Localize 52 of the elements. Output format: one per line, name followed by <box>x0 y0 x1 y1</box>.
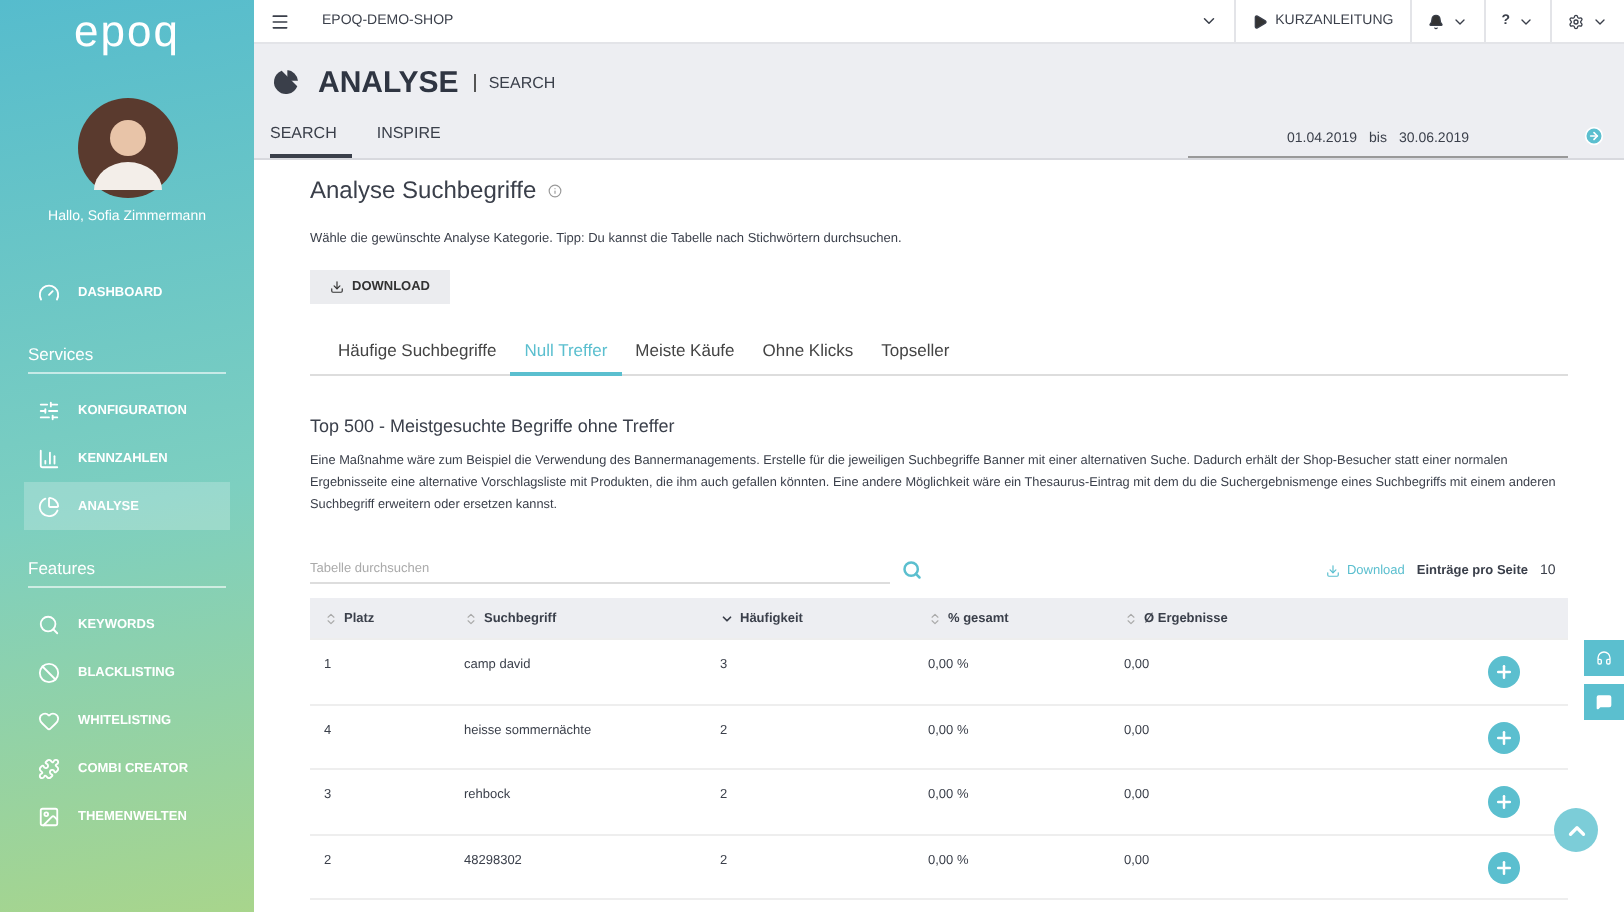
plus-icon <box>1494 727 1514 747</box>
download-icon <box>1326 563 1341 577</box>
headphones-icon <box>1596 650 1612 666</box>
headset-button[interactable] <box>1584 640 1624 676</box>
scroll-top-button[interactable] <box>1554 808 1598 852</box>
ban-icon <box>38 661 60 683</box>
info-icon[interactable] <box>548 183 563 197</box>
download-icon <box>330 280 344 294</box>
pie-chart-icon <box>270 66 302 98</box>
sort-icon <box>324 611 338 625</box>
logo: epoq <box>72 6 182 58</box>
sort-desc-icon <box>720 611 734 625</box>
puzzle-icon <box>38 757 60 779</box>
search-icon[interactable] <box>902 560 922 580</box>
chevron-down-icon[interactable] <box>1199 12 1218 30</box>
sort-icon <box>464 611 478 625</box>
pie-chart-icon <box>38 495 60 517</box>
category-tab[interactable]: Meiste Käufe <box>621 332 749 376</box>
settings-icon[interactable] <box>1568 13 1584 29</box>
add-button[interactable] <box>1488 656 1520 688</box>
category-tab[interactable]: Topseller <box>867 332 964 376</box>
bar-chart-icon <box>38 447 60 469</box>
tab[interactable]: SEARCH <box>270 124 353 158</box>
plus-icon <box>1494 857 1514 877</box>
menu-icon[interactable] <box>270 11 290 31</box>
add-button[interactable] <box>1488 786 1520 818</box>
chat-button[interactable] <box>1584 684 1624 720</box>
tab[interactable]: INSPIRE <box>376 124 457 158</box>
gauge-icon <box>38 281 60 303</box>
page-title: ANALYSE <box>318 65 459 99</box>
avatar <box>77 98 177 198</box>
section-heading: Services <box>28 344 226 374</box>
section-title: Analyse Suchbegriffe <box>310 176 537 204</box>
heart-icon <box>38 709 60 731</box>
sort-icon <box>928 611 942 625</box>
play-icon <box>1251 13 1268 29</box>
sliders-icon <box>38 399 60 421</box>
image-icon <box>38 805 60 827</box>
bell-icon[interactable] <box>1427 13 1444 29</box>
section-heading: Features <box>28 558 226 588</box>
search-icon <box>38 613 60 635</box>
sort-icon <box>1124 611 1138 625</box>
chat-icon <box>1596 694 1612 710</box>
category-tab[interactable]: Ohne Klicks <box>748 332 868 376</box>
category-tab[interactable]: Häufige Suchbegriffe <box>324 332 511 376</box>
add-button[interactable] <box>1488 721 1520 753</box>
subsection-title: Top 500 - Meistgesuchte Begriffe ohne Treffer <box>310 416 677 436</box>
plus-icon <box>1494 792 1514 812</box>
add-button[interactable] <box>1488 851 1520 883</box>
arrow-right-icon[interactable] <box>1584 126 1604 146</box>
page-subtitle: SEARCH <box>474 73 556 91</box>
plus-icon <box>1494 662 1514 682</box>
